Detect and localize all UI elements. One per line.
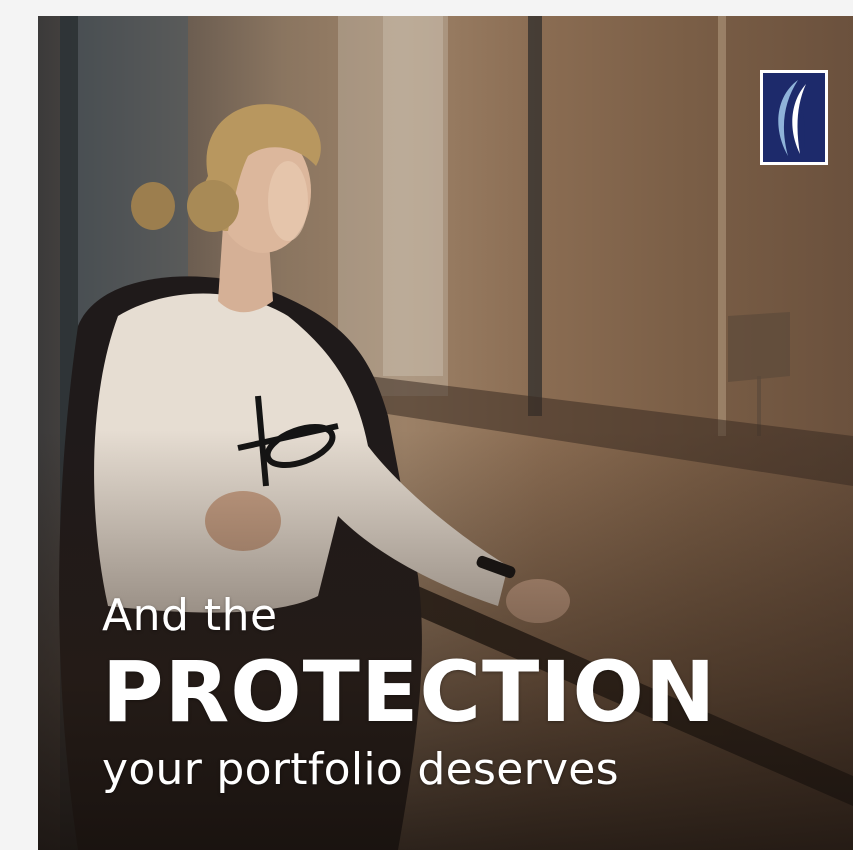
headline-line-3: your portfolio deserves	[102, 744, 619, 795]
headline-line-1: And the	[102, 590, 278, 641]
headline: And the PROTECTION your portfolio deserv…	[102, 588, 716, 800]
window-frame-right	[718, 16, 726, 436]
page: And the PROTECTION your portfolio deserv…	[0, 0, 853, 850]
window-light-beam-inner	[383, 16, 443, 376]
advertisement-banner[interactable]: And the PROTECTION your portfolio deserv…	[38, 16, 853, 850]
woman-hair-back	[187, 180, 239, 232]
face-highlight	[268, 161, 308, 241]
bank-logo-icon[interactable]	[760, 70, 828, 165]
window-frame-center	[528, 16, 542, 416]
wall-sign	[728, 312, 790, 382]
woman-hair-bun	[131, 182, 175, 230]
headline-line-2: PROTECTION	[102, 643, 717, 741]
